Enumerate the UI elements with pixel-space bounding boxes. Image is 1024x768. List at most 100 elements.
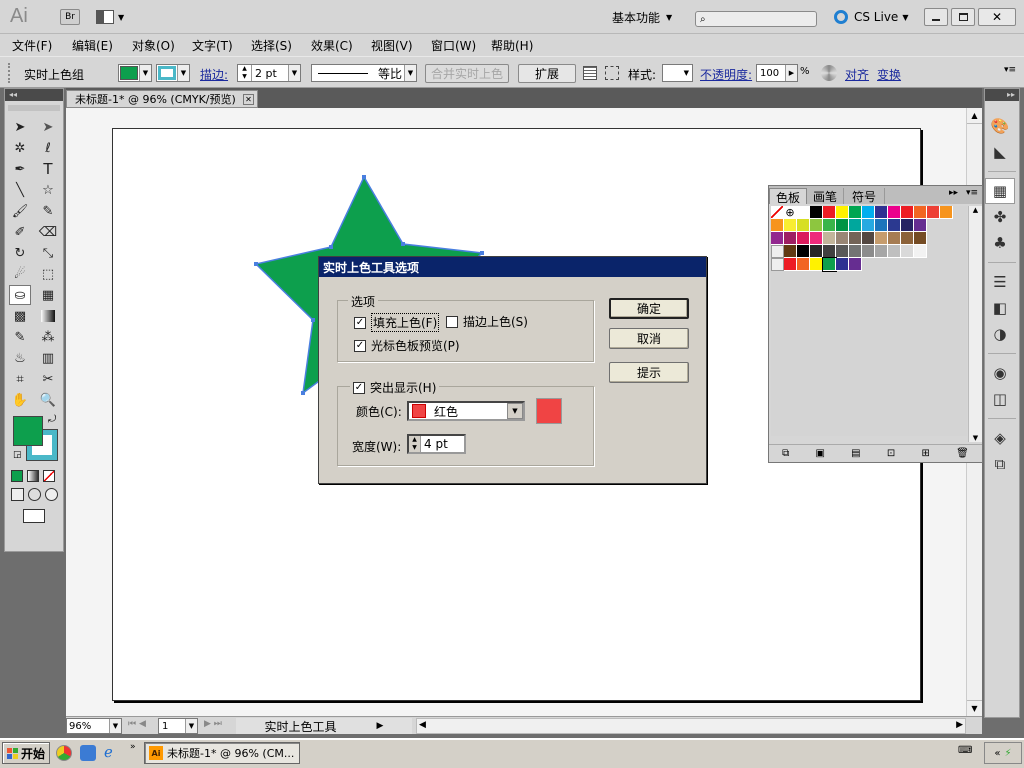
gap-options-icon[interactable]	[583, 66, 597, 80]
paintbrush-tool-icon[interactable]: 🖌	[9, 201, 31, 221]
ie-quicklaunch-icon[interactable]: ℯ	[104, 743, 113, 761]
pen-tool-icon[interactable]: ✒	[9, 159, 31, 179]
color-swatch[interactable]	[797, 258, 810, 271]
cancel-button[interactable]: 取消	[609, 328, 689, 349]
brushes-panel-icon[interactable]: ✤	[985, 204, 1015, 230]
color-swatch[interactable]	[849, 206, 862, 219]
slice-tool-icon[interactable]: ✂	[37, 369, 59, 389]
color-swatch[interactable]	[771, 219, 784, 232]
tray-network-icon[interactable]: ⚡	[1005, 748, 1012, 759]
perspective-grid-tool-icon[interactable]: ▦	[37, 285, 59, 305]
color-swatch[interactable]	[888, 206, 901, 219]
ok-button[interactable]: 确定	[609, 298, 689, 319]
hand-tool-icon[interactable]: ✋	[9, 390, 31, 410]
column-graph-tool-icon[interactable]: ▥	[37, 348, 59, 368]
live-paint-bucket-tool-icon[interactable]: ⛀	[9, 285, 31, 305]
draw-inside-icon[interactable]	[45, 488, 58, 501]
zoom-dropdown[interactable]: 96% ▼	[66, 718, 122, 734]
draw-normal-icon[interactable]	[11, 488, 24, 501]
anchor-point[interactable]	[401, 242, 405, 246]
start-button[interactable]: 开始	[2, 742, 50, 764]
color-swatch[interactable]	[836, 258, 849, 271]
color-swatch[interactable]	[888, 245, 901, 258]
color-swatch[interactable]	[849, 232, 862, 245]
color-swatch[interactable]	[862, 245, 875, 258]
highlight-check[interactable]: ✓	[353, 381, 365, 394]
anchor-point[interactable]	[254, 262, 258, 266]
anchor-point[interactable]	[301, 391, 305, 395]
color-panel-icon[interactable]: 🎨	[985, 113, 1015, 139]
fill-color-dropdown[interactable]: ▼	[118, 64, 152, 82]
star-tool-icon[interactable]: ☆	[37, 180, 59, 200]
opacity-label[interactable]: 不透明度:	[700, 66, 752, 83]
transform-link[interactable]: 变换	[877, 66, 901, 83]
swatch-libraries-icon[interactable]: ⧉	[782, 448, 789, 459]
menu-help[interactable]: 帮助(H)	[491, 37, 551, 54]
swatch-group-folder[interactable]	[771, 258, 784, 271]
stroke-paint-check[interactable]	[446, 315, 458, 328]
swatches-panel-icon[interactable]: ▦	[985, 178, 1015, 204]
anchor-point[interactable]	[311, 318, 315, 322]
tray-volume-icon[interactable]: ⌨	[958, 745, 972, 756]
highlight-width-field[interactable]: ▲ ▼ 4 pt	[407, 434, 466, 454]
cslive-button[interactable]: CS Live ▼	[834, 9, 914, 25]
graphic-style-dropdown[interactable]: ▼	[662, 64, 693, 82]
blob-brush-tool-icon[interactable]: ✐	[9, 222, 31, 242]
color-swatch[interactable]	[901, 219, 914, 232]
stroke-weight-field[interactable]: ▲ ▼ 2 pt ▼	[237, 64, 301, 82]
color-swatch[interactable]	[862, 232, 875, 245]
swatches-scrollbar[interactable]: ▲ ▼	[968, 206, 982, 442]
menu-window[interactable]: 窗口(W)	[431, 37, 491, 54]
menu-select[interactable]: 选择(S)	[251, 37, 311, 54]
pencil-tool-icon[interactable]: ✎	[37, 201, 59, 221]
mesh-tool-icon[interactable]: ▩	[9, 306, 31, 326]
swatch-registration[interactable]: ⊕	[784, 206, 797, 219]
menu-file[interactable]: 文件(F)	[12, 37, 72, 54]
color-guide-icon[interactable]: ◣	[985, 139, 1015, 165]
cursor-preview-check[interactable]: ✓	[354, 339, 366, 352]
color-swatch[interactable]	[797, 206, 810, 219]
highlight-color-dropdown[interactable]: 红色 ▼	[407, 401, 525, 421]
stroke-color-dropdown[interactable]: ▼	[156, 64, 190, 82]
color-swatch[interactable]	[914, 245, 927, 258]
color-swatch[interactable]	[836, 232, 849, 245]
color-swatch[interactable]	[784, 232, 797, 245]
color-swatch[interactable]	[797, 232, 810, 245]
tips-button[interactable]: 提示	[609, 362, 689, 383]
color-swatch[interactable]	[810, 219, 823, 232]
color-swatch[interactable]	[875, 245, 888, 258]
none-mode-icon[interactable]	[43, 470, 55, 482]
color-swatch[interactable]	[836, 206, 849, 219]
close-button[interactable]: ✕	[978, 8, 1016, 26]
anchor-point[interactable]	[480, 251, 484, 255]
fill-swatch[interactable]	[13, 416, 43, 446]
workspace-switcher[interactable]: 基本功能 ▼	[612, 9, 682, 25]
lasso-tool-icon[interactable]: ℓ	[37, 138, 59, 158]
direct-selection-tool-icon[interactable]: ➤	[37, 117, 59, 137]
scale-tool-icon[interactable]: ⤡	[37, 243, 59, 263]
color-swatch[interactable]	[810, 245, 823, 258]
panel-menu-icon[interactable]: ▾≡	[966, 188, 978, 198]
dialog-titlebar[interactable]: 实时上色工具选项	[319, 257, 706, 277]
delete-swatch-icon[interactable]: 🗑	[956, 448, 969, 459]
color-swatch[interactable]	[901, 206, 914, 219]
color-swatch[interactable]	[810, 258, 823, 271]
swatch-group-folder[interactable]	[771, 245, 784, 258]
magic-wand-tool-icon[interactable]: ✲	[9, 138, 31, 158]
color-mode-icon[interactable]	[11, 470, 23, 482]
tab-brushes[interactable]: 画笔	[807, 188, 845, 204]
quicklaunch-more-icon[interactable]: »	[130, 742, 136, 752]
color-swatch[interactable]	[784, 219, 797, 232]
tray-expand-icon[interactable]: «	[994, 748, 1000, 759]
color-swatch[interactable]	[927, 206, 940, 219]
stroke-profile-dropdown[interactable]: 等比 ▼	[311, 64, 417, 82]
appearance-panel-icon[interactable]: ◉	[985, 360, 1015, 386]
color-swatch[interactable]	[823, 245, 836, 258]
align-link[interactable]: 对齐	[845, 66, 869, 83]
color-swatch[interactable]	[784, 245, 797, 258]
line-tool-icon[interactable]: ╲	[9, 180, 31, 200]
color-swatch[interactable]	[888, 219, 901, 232]
control-panel-menu-icon[interactable]: ▾≡	[1004, 65, 1016, 75]
symbol-sprayer-tool-icon[interactable]: ♨	[9, 348, 31, 368]
panel-collapse-icon[interactable]: ▸▸	[949, 188, 958, 198]
